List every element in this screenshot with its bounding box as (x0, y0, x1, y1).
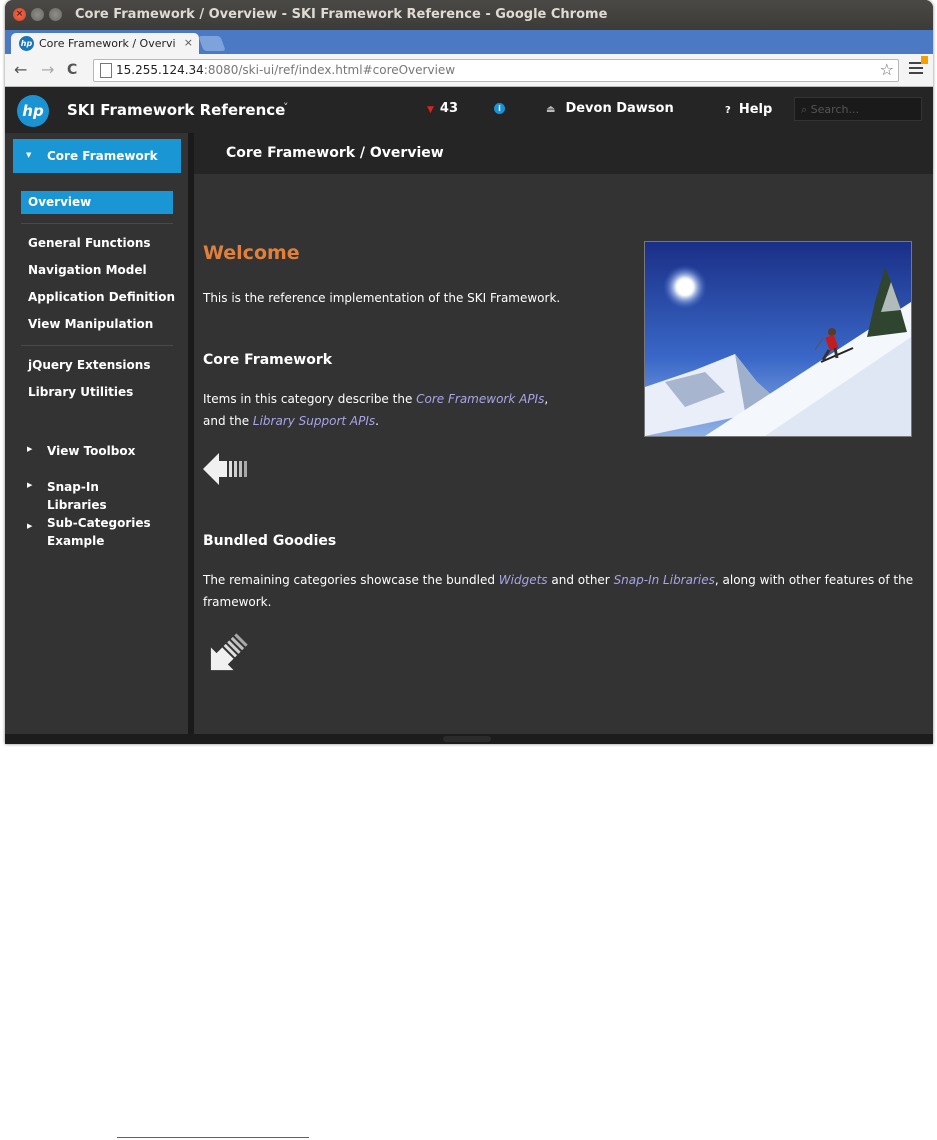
alert-count: 43 (439, 101, 459, 116)
browser-window: × Core Framework / Overview - SKI Framew… (5, 0, 933, 744)
skier-image (644, 241, 912, 437)
core-framework-apis-link[interactable]: Core Framework APIs (416, 392, 544, 406)
core-framework-heading: Core Framework (203, 352, 333, 368)
intro-text: This is the reference implementation of … (203, 291, 561, 305)
caret-down-icon: ▼ (26, 151, 32, 159)
sidebar-item-overview[interactable]: Overview (21, 191, 173, 214)
tab-close-icon[interactable]: × (184, 36, 193, 49)
help-button[interactable]: ? Help (725, 102, 772, 117)
url-text: 15.255.124.34:8080/ski-ui/ref/index.html… (116, 63, 456, 77)
core-framework-text: Items in this category describe the Core… (203, 392, 549, 428)
down-left-arrow-icon (203, 625, 257, 681)
user-icon: ⏏ (546, 104, 556, 115)
tab-strip: hp Core Framework / Overvi × (5, 30, 933, 54)
window-minimize-icon[interactable] (31, 8, 44, 21)
alert-triangle-icon: ▼ (427, 105, 434, 115)
hp-logo[interactable]: hp (17, 95, 49, 127)
sidebar-item-navigation-model[interactable]: Navigation Model (28, 263, 147, 277)
sidebar-item-jquery-extensions[interactable]: jQuery Extensions (28, 358, 150, 372)
window-title: Core Framework / Overview - SKI Framewor… (75, 7, 608, 22)
main-content: Core Framework / Overview Welcome This i… (194, 133, 933, 734)
widgets-link[interactable]: Widgets (499, 573, 548, 587)
sidebar-divider (21, 345, 173, 346)
back-icon[interactable]: ← (14, 60, 27, 79)
user-menu[interactable]: ⏏ Devon Dawson (546, 101, 674, 116)
new-tab-button[interactable] (198, 36, 226, 51)
forward-icon[interactable]: → (41, 60, 54, 79)
caret-right-icon: ▶ (27, 522, 33, 530)
app-menu-chevron-icon[interactable]: ˅ (283, 101, 289, 114)
window-maximize-icon[interactable] (49, 8, 62, 21)
window-close-icon[interactable]: × (13, 8, 26, 21)
browser-toolbar: ← → C 15.255.124.34:8080/ski-ui/ref/inde… (5, 54, 933, 87)
update-badge-icon (921, 56, 928, 64)
help-icon: ? (725, 105, 731, 116)
library-support-apis-link[interactable]: Library Support APIs (253, 414, 375, 428)
app-title: SKI Framework Reference (67, 101, 286, 119)
snap-in-libraries-link[interactable]: Snap-In Libraries (614, 573, 715, 587)
sidebar-item-library-utilities[interactable]: Library Utilities (28, 385, 133, 399)
sidebar-divider (21, 223, 173, 224)
bundled-goodies-heading: Bundled Goodies (203, 533, 337, 549)
sidebar-item-application-definition[interactable]: Application Definition (28, 290, 175, 304)
left-arrow-icon (203, 451, 251, 491)
page-title: Core Framework / Overview (226, 145, 444, 161)
chrome-menu-icon[interactable] (909, 56, 928, 77)
link-underline-fragment (117, 1137, 309, 1138)
bundled-goodies-text: The remaining categories showcase the bu… (203, 573, 914, 609)
browser-tab[interactable]: hp Core Framework / Overvi × (11, 33, 199, 54)
resize-handle[interactable] (443, 736, 491, 742)
reload-icon[interactable]: C (67, 62, 77, 78)
info-icon[interactable]: i (494, 103, 505, 114)
app-header: hp SKI Framework Reference ˅ ▼ 43 i ⏏ Devo… (5, 87, 933, 133)
user-name: Devon Dawson (565, 101, 674, 116)
search-icon: ⌕ (801, 103, 808, 116)
tab-title: Core Framework / Overvi (39, 37, 176, 50)
content-header: Core Framework / Overview (194, 133, 933, 174)
skier-photo (645, 242, 911, 436)
status-bar (5, 734, 933, 744)
sidebar-nav: ▼ Core Framework Overview General Functi… (5, 133, 188, 734)
sidebar-item-general-functions[interactable]: General Functions (28, 236, 151, 250)
caret-right-icon: ▶ (27, 481, 33, 489)
search-input[interactable]: ⌕ Search... (794, 97, 922, 121)
address-bar[interactable]: 15.255.124.34:8080/ski-ui/ref/index.html… (93, 59, 899, 82)
title-bar: × Core Framework / Overview - SKI Framew… (5, 0, 933, 30)
bookmark-star-icon[interactable]: ☆ (880, 60, 894, 79)
caret-right-icon: ▶ (27, 445, 33, 453)
sidebar-section-core-framework[interactable]: ▼ Core Framework (13, 139, 181, 173)
sidebar-item-view-manipulation[interactable]: View Manipulation (28, 317, 153, 331)
page-icon (100, 63, 112, 78)
welcome-heading: Welcome (203, 242, 300, 264)
alerts-indicator[interactable]: ▼ 43 (427, 101, 458, 116)
hp-favicon-icon: hp (19, 36, 34, 51)
